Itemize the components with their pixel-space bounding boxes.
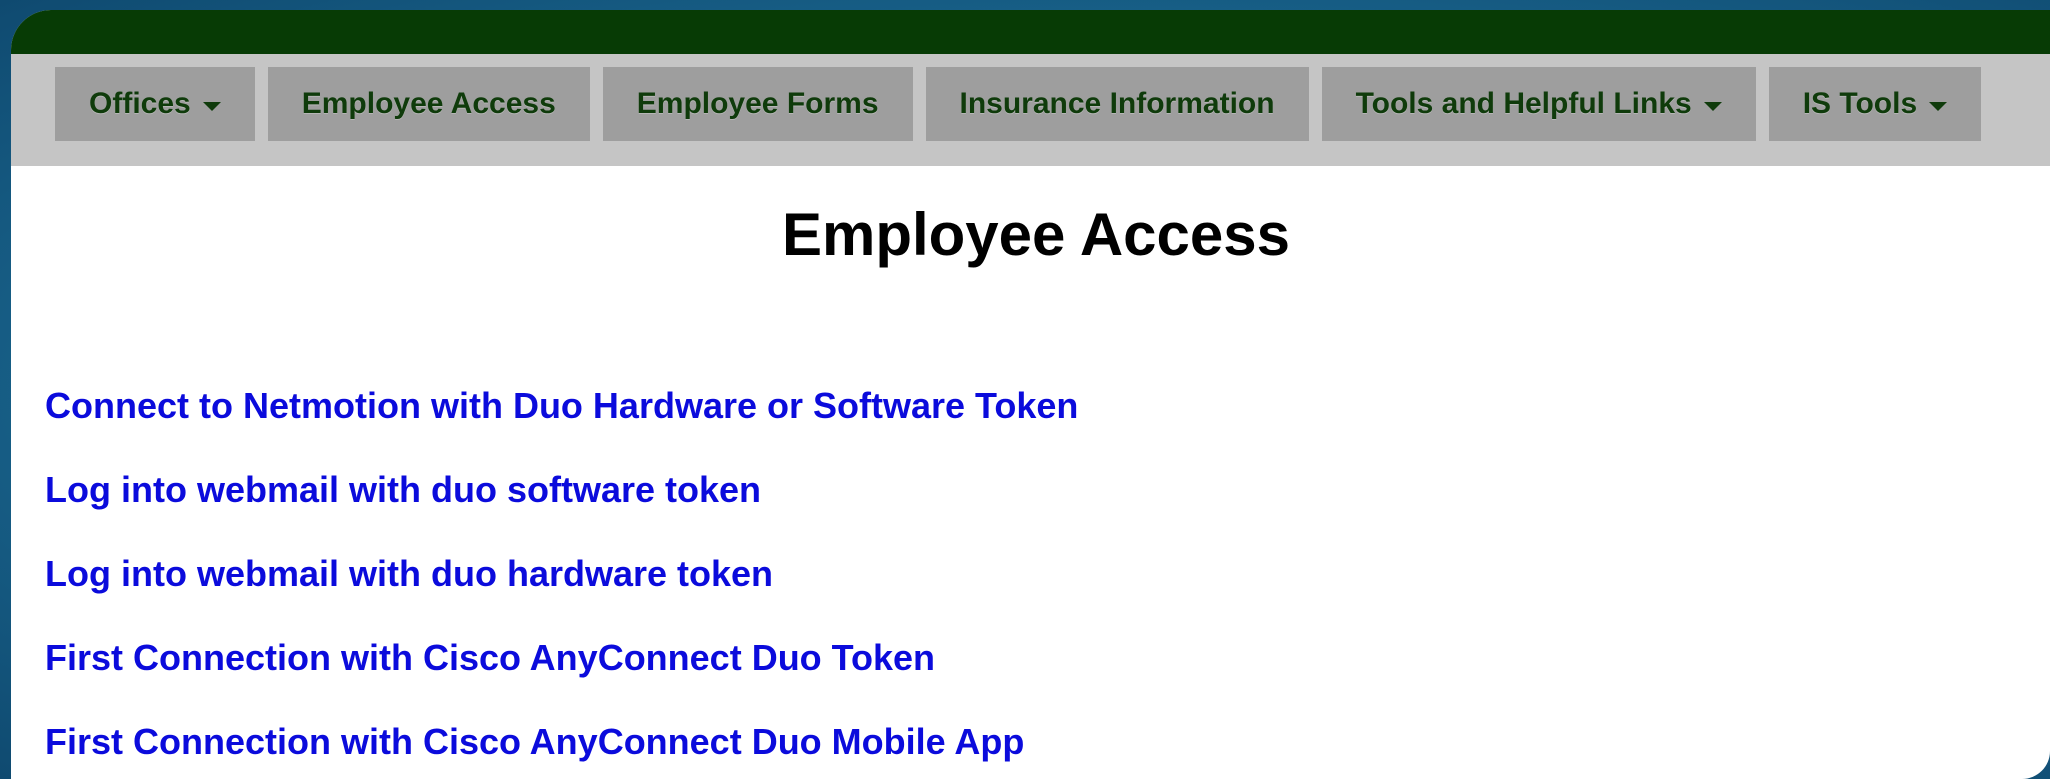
link-anyconnect-duo-token[interactable]: First Connection with Cisco AnyConnect D…	[45, 637, 935, 678]
link-webmail-duo-software-token[interactable]: Log into webmail with duo software token	[45, 469, 761, 510]
nav-item-employee-access[interactable]: Employee Access	[267, 67, 590, 141]
nav-item-label: Insurance Information	[959, 87, 1275, 120]
window-frame: Offices Employee Access Employee Forms I…	[11, 10, 2050, 779]
link-webmail-duo-hardware-token[interactable]: Log into webmail with duo hardware token	[45, 553, 773, 594]
chevron-down-icon	[1929, 101, 1948, 111]
header-band	[11, 10, 2050, 54]
chevron-down-icon	[1703, 101, 1722, 111]
link-list: Connect to Netmotion with Duo Hardware o…	[45, 385, 1078, 779]
link-anyconnect-duo-mobile-app[interactable]: First Connection with Cisco AnyConnect D…	[45, 721, 1024, 762]
chevron-down-icon	[202, 101, 221, 111]
list-item: Log into webmail with duo hardware token	[45, 553, 1078, 637]
nav-item-employee-forms[interactable]: Employee Forms	[602, 67, 913, 141]
nav-item-label: Tools and Helpful Links	[1355, 87, 1692, 120]
nav-item-label: Employee Access	[301, 87, 556, 120]
list-item: Connect to Netmotion with Duo Hardware o…	[45, 385, 1078, 469]
nav-item-insurance-information[interactable]: Insurance Information	[925, 67, 1309, 141]
list-item: First Connection with Cisco AnyConnect D…	[45, 721, 1078, 779]
nav-item-label: Offices	[89, 87, 191, 120]
nav-item-tools-and-helpful-links[interactable]: Tools and Helpful Links	[1321, 67, 1756, 141]
nav-item-label: IS Tools	[1802, 87, 1918, 120]
nav-item-is-tools[interactable]: IS Tools	[1768, 67, 1982, 141]
main-nav: Offices Employee Access Employee Forms I…	[55, 67, 1982, 141]
list-item: Log into webmail with duo software token	[45, 469, 1078, 553]
nav-item-label: Employee Forms	[636, 87, 879, 120]
nav-item-offices[interactable]: Offices	[55, 67, 255, 141]
link-netmotion-duo-token[interactable]: Connect to Netmotion with Duo Hardware o…	[45, 385, 1078, 426]
page-title: Employee Access	[781, 201, 1291, 268]
list-item: First Connection with Cisco AnyConnect D…	[45, 637, 1078, 721]
